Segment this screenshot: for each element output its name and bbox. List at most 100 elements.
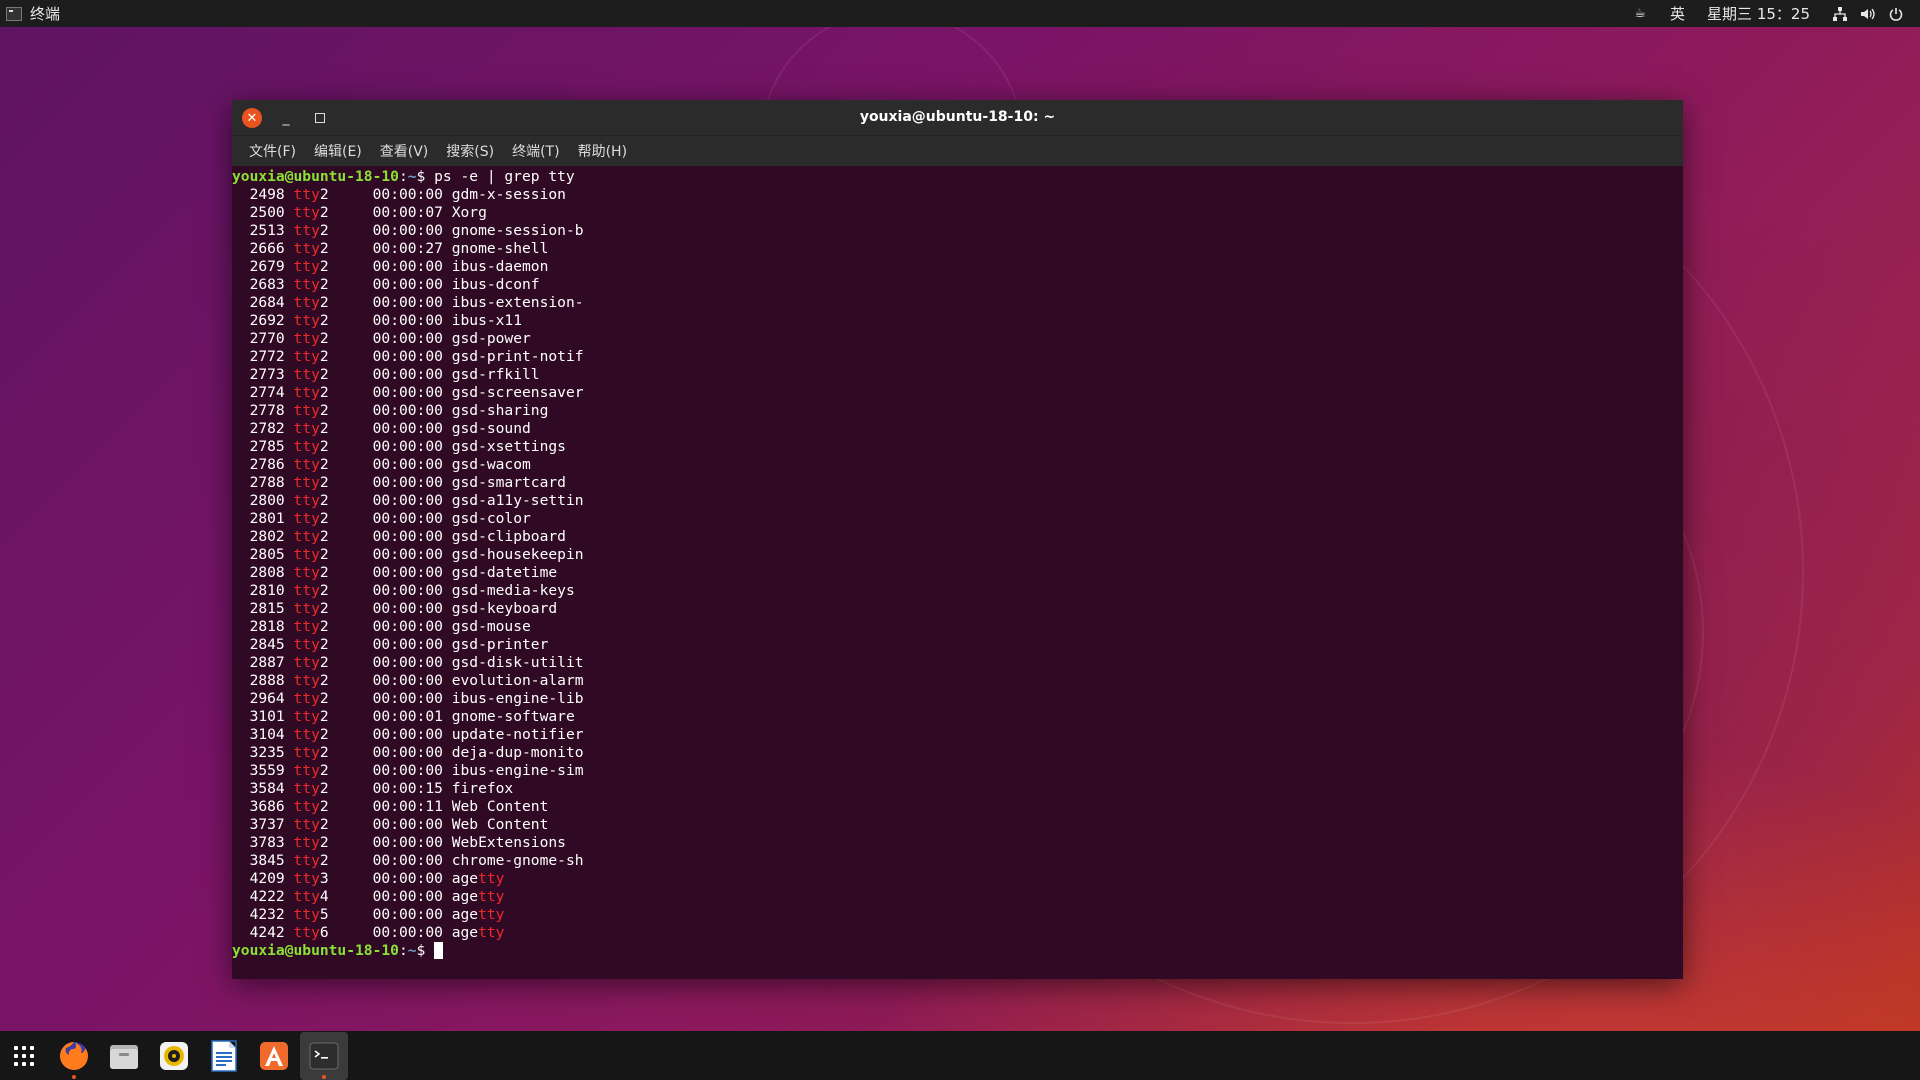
- menu-view[interactable]: 查看(V): [371, 141, 438, 161]
- process-row: 2818 tty2 00:00:00 gsd-mouse: [232, 618, 1683, 636]
- process-pid: 2964: [249, 690, 285, 707]
- process-pid: 2818: [249, 618, 285, 635]
- process-command: gsd-color: [451, 510, 531, 527]
- menu-help[interactable]: 帮助(H): [569, 141, 636, 161]
- process-pid: 3783: [249, 834, 285, 851]
- process-pid: 2513: [249, 222, 285, 239]
- process-command: Web Content: [451, 816, 549, 833]
- process-pid: 2810: [249, 582, 285, 599]
- process-time: 00:00:00: [372, 870, 443, 887]
- dock-rhythmbox[interactable]: [150, 1032, 198, 1080]
- process-tty: tty2: [293, 780, 329, 797]
- dock-ubuntu-software[interactable]: [250, 1032, 298, 1080]
- process-tty: tty2: [293, 762, 329, 779]
- input-method-indicator[interactable]: 英: [1670, 3, 1685, 24]
- maximize-icon: [315, 113, 325, 123]
- terminal-icon: [309, 1042, 339, 1069]
- process-pid: 2802: [249, 528, 285, 545]
- process-pid: 2887: [249, 654, 285, 671]
- dock-show-applications[interactable]: [0, 1032, 48, 1080]
- process-row: 3737 tty2 00:00:00 Web Content: [232, 816, 1683, 834]
- power-icon: [1888, 6, 1904, 22]
- process-command: gnome-software: [451, 708, 575, 725]
- process-command: gsd-rfkill: [451, 366, 540, 383]
- process-tty: tty2: [293, 690, 329, 707]
- terminal-window[interactable]: youxia@ubuntu-18-10: ~ ✕ _ 文件(F) 编辑(E) 查…: [232, 100, 1683, 979]
- process-pid: 2679: [249, 258, 285, 275]
- process-command: gsd-screensaver: [451, 384, 584, 401]
- process-tty: tty2: [293, 708, 329, 725]
- process-row: 2785 tty2 00:00:00 gsd-xsettings: [232, 438, 1683, 456]
- process-pid: 2815: [249, 600, 285, 617]
- indicator-mascot-icon[interactable]: ☕: [1632, 6, 1648, 22]
- process-pid: 2684: [249, 294, 285, 311]
- grid-icon: [14, 1045, 34, 1066]
- process-pid: 3101: [249, 708, 285, 725]
- terminal-output[interactable]: youxia@ubuntu-18-10:~$ ps -e | grep tty …: [232, 166, 1683, 979]
- dock-terminal[interactable]: [300, 1031, 348, 1080]
- process-row: 2805 tty2 00:00:00 gsd-housekeepin: [232, 546, 1683, 564]
- process-time: 00:00:00: [372, 852, 443, 869]
- process-time: 00:00:00: [372, 492, 443, 509]
- process-command: gsd-xsettings: [451, 438, 566, 455]
- process-row: 4242 tty6 00:00:00 agetty: [232, 924, 1683, 942]
- process-tty: tty2: [293, 420, 329, 437]
- clock[interactable]: 星期三 15：25: [1707, 3, 1810, 24]
- process-time: 00:00:00: [372, 330, 443, 347]
- process-tty: tty2: [293, 726, 329, 743]
- process-row: 2786 tty2 00:00:00 gsd-wacom: [232, 456, 1683, 474]
- process-command: gsd-smartcard: [451, 474, 566, 491]
- process-pid: 3584: [249, 780, 285, 797]
- process-time: 00:00:00: [372, 456, 443, 473]
- process-command: ibus-engine-lib: [451, 690, 584, 707]
- process-tty: tty2: [293, 204, 329, 221]
- system-status-area[interactable]: [1832, 6, 1904, 22]
- process-pid: 2772: [249, 348, 285, 365]
- process-tty: tty2: [293, 852, 329, 869]
- process-time: 00:00:00: [372, 402, 443, 419]
- process-time: 00:00:00: [372, 186, 443, 203]
- menu-search[interactable]: 搜索(S): [437, 141, 503, 161]
- app-name: 终端: [30, 5, 61, 23]
- process-command: ibus-engine-sim: [451, 762, 584, 779]
- dock-writer[interactable]: [200, 1032, 248, 1080]
- process-time: 00:00:00: [372, 528, 443, 545]
- process-command: evolution-alarm: [451, 672, 584, 689]
- process-command: agetty: [451, 888, 505, 905]
- volume-icon: [1860, 6, 1876, 22]
- activities-app-menu[interactable]: 终端: [6, 3, 60, 24]
- process-time: 00:00:00: [372, 690, 443, 707]
- current-prompt-line[interactable]: youxia@ubuntu-18-10:~$: [232, 942, 1683, 960]
- process-time: 00:00:00: [372, 672, 443, 689]
- process-tty: tty2: [293, 510, 329, 527]
- process-pid: 2778: [249, 402, 285, 419]
- process-time: 00:00:00: [372, 348, 443, 365]
- process-time: 00:00:00: [372, 924, 443, 941]
- command-text: ps -e | grep tty: [434, 168, 575, 185]
- menu-file[interactable]: 文件(F): [240, 141, 305, 161]
- process-pid: 2774: [249, 384, 285, 401]
- prompt-symbol: $: [416, 168, 435, 185]
- menu-edit[interactable]: 编辑(E): [305, 141, 371, 161]
- process-time: 00:00:00: [372, 636, 443, 653]
- process-tty: tty2: [293, 798, 329, 815]
- process-tty: tty6: [293, 924, 329, 941]
- process-pid: 3235: [249, 744, 285, 761]
- window-titlebar[interactable]: youxia@ubuntu-18-10: ~ ✕ _: [232, 100, 1683, 136]
- process-command: update-notifier: [451, 726, 584, 743]
- dock-files[interactable]: [100, 1032, 148, 1080]
- process-tty: tty2: [293, 384, 329, 401]
- files-icon: [110, 1044, 138, 1069]
- process-row: 3104 tty2 00:00:00 update-notifier: [232, 726, 1683, 744]
- minimize-button[interactable]: _: [276, 108, 296, 128]
- process-row: 2815 tty2 00:00:00 gsd-keyboard: [232, 600, 1683, 618]
- process-tty: tty2: [293, 744, 329, 761]
- process-pid: 2805: [249, 546, 285, 563]
- close-button[interactable]: ✕: [242, 108, 262, 128]
- process-row: 4209 tty3 00:00:00 agetty: [232, 870, 1683, 888]
- process-pid: 2498: [249, 186, 285, 203]
- maximize-button[interactable]: [310, 108, 330, 128]
- dock-firefox[interactable]: [50, 1032, 98, 1080]
- process-command: gdm-x-session: [451, 186, 566, 203]
- menu-terminal[interactable]: 终端(T): [503, 141, 568, 161]
